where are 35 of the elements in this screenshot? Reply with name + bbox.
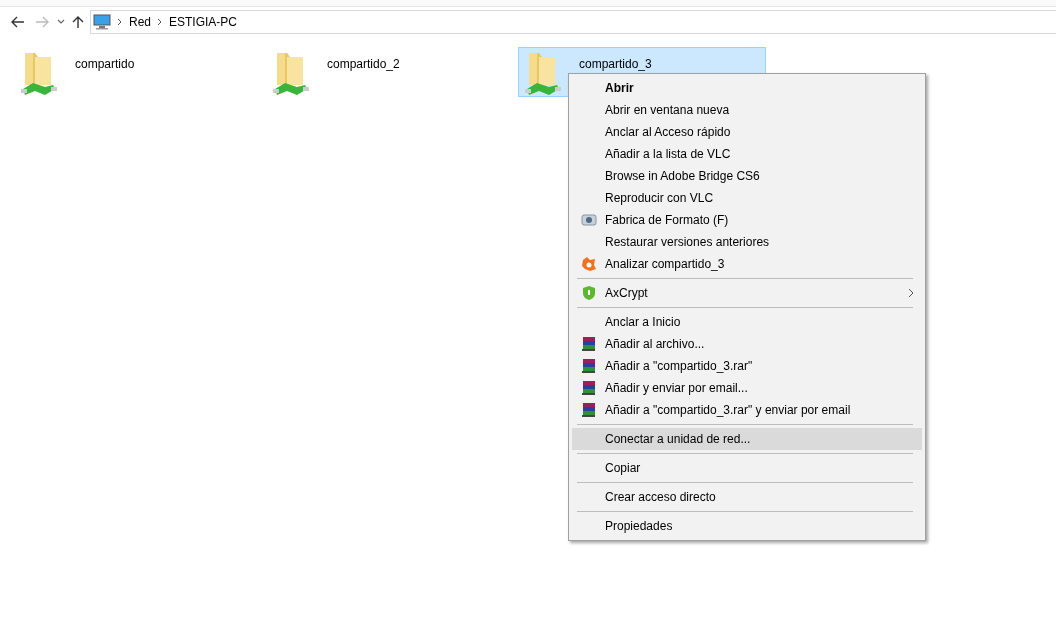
menu-item[interactable]: Copiar [572,457,922,479]
books-stack-icon [581,380,597,396]
menu-item[interactable]: Añadir a "compartido_3.rar" y enviar por email [572,399,922,421]
chevron-icon [157,18,163,26]
menu-item[interactable]: Anclar al Acceso rápido [572,121,922,143]
menu-item[interactable]: Crear acceso directo [572,486,922,508]
folder-tile[interactable]: compartido_2 [266,47,514,97]
menu-item[interactable]: Browse in Adobe Bridge CS6 [572,165,922,187]
menu-item[interactable]: Analizar compartido_3 [572,253,922,275]
books-stack-icon [581,358,597,374]
chevron-icon [117,18,123,26]
menu-item[interactable]: Abrir en ventana nueva [572,99,922,121]
up-arrow-icon[interactable] [70,14,86,30]
folder-tile[interactable]: compartido [14,47,262,97]
books-stack-icon [581,336,597,352]
breadcrumb[interactable]: Red [129,15,151,29]
computer-icon [93,14,111,30]
menu-item[interactable]: Reproducir con VLC [572,187,922,209]
menu-item[interactable]: Añadir al archivo... [572,333,922,355]
menu-item[interactable]: Conectar a unidad de red... [572,428,922,450]
menu-item[interactable]: Añadir a "compartido_3.rar" [572,355,922,377]
menu-item[interactable]: Propiedades [572,515,922,537]
menu-item[interactable]: Añadir y enviar por email... [572,377,922,399]
breadcrumb[interactable]: ESTIGIA-PC [169,15,238,29]
menu-item[interactable]: Restaurar versiones anteriores [572,231,922,253]
menu-item[interactable]: Anclar a Inicio [572,311,922,333]
folder-name: compartido_2 [327,57,400,71]
folder-name: compartido [75,57,135,71]
menu-item[interactable]: Fabrica de Formato (F) [572,209,922,231]
shield-icon [581,285,597,301]
folder-name: compartido_3 [579,57,652,71]
books-stack-icon [581,402,597,418]
address-bar[interactable]: Red ESTIGIA-PC [90,10,1056,34]
menu-item[interactable]: AxCrypt [572,282,922,304]
menu-item[interactable]: Añadir a la lista de VLC [572,143,922,165]
